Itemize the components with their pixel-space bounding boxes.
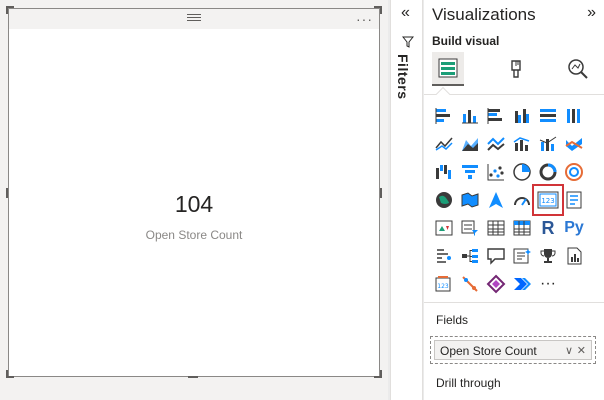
drag-grip-icon[interactable]	[187, 14, 201, 24]
metrics-icon[interactable]: 123	[432, 272, 456, 296]
azure-map-icon[interactable]	[484, 188, 508, 212]
resize-handle-bottom[interactable]	[188, 376, 198, 378]
stacked-area-chart-icon[interactable]	[484, 132, 508, 156]
analytics-icon	[568, 59, 588, 79]
line-chart-icon[interactable]	[432, 132, 456, 156]
active-tab-caret	[435, 86, 451, 102]
r-script-visual-icon[interactable]: R	[536, 216, 560, 240]
drill-through-label: Drill through	[436, 376, 501, 390]
slicer-icon[interactable]	[458, 216, 482, 240]
qa-visual-icon[interactable]	[484, 244, 508, 268]
svg-text:123: 123	[541, 197, 554, 205]
decomposition-tree-icon[interactable]	[458, 244, 482, 268]
more-visuals-icon[interactable]: ···	[536, 272, 560, 296]
python-visual-icon[interactable]: Py	[562, 216, 586, 240]
format-visual-tab[interactable]	[500, 52, 532, 86]
report-canvas[interactable]: ··· 104 Open Store Count	[0, 0, 388, 400]
area-chart-icon[interactable]	[458, 132, 482, 156]
ribbon-chart-icon[interactable]	[562, 132, 586, 156]
smart-narrative-icon[interactable]	[510, 244, 534, 268]
clustered-column-chart-icon[interactable]	[510, 104, 534, 128]
matrix-icon[interactable]	[510, 216, 534, 240]
100-stacked-bar-chart-icon[interactable]	[536, 104, 560, 128]
resize-handle-left[interactable]	[6, 188, 8, 198]
field-name: Open Store Count	[440, 344, 537, 358]
key-influencers-icon[interactable]	[432, 244, 456, 268]
power-automate-icon[interactable]	[510, 272, 534, 296]
pane-mode-tabs	[430, 52, 600, 88]
card-label: Open Store Count	[145, 228, 243, 242]
filters-label[interactable]: Filters	[395, 54, 411, 100]
pane-title: Visualizations	[432, 5, 536, 24]
stacked-bar-chart-icon[interactable]	[432, 104, 456, 128]
field-chip[interactable]: Open Store Count ∨ ✕	[434, 340, 592, 360]
pie-chart-icon[interactable]	[510, 160, 534, 184]
scatter-chart-icon[interactable]	[484, 160, 508, 184]
map-icon[interactable]	[432, 188, 456, 212]
build-visual-label: Build visual	[432, 34, 500, 48]
pane-divider	[424, 94, 604, 95]
filter-icon	[402, 36, 414, 48]
goals-trophy-icon[interactable]	[536, 244, 560, 268]
line-and-column-chart-icon[interactable]	[510, 132, 534, 156]
resize-handle-top-left-v[interactable]	[6, 6, 8, 14]
card-value: 104	[174, 191, 214, 217]
resize-handle-bottom-left-v[interactable]	[6, 370, 8, 378]
expand-filters-icon[interactable]: «	[401, 4, 410, 22]
100-stacked-column-chart-icon[interactable]	[562, 104, 586, 128]
donut-chart-icon[interactable]	[536, 160, 560, 184]
card-visual-icon[interactable]: 123	[532, 184, 564, 216]
waterfall-chart-icon[interactable]	[432, 160, 456, 184]
remove-field-icon[interactable]: ✕	[577, 344, 586, 357]
svg-text:123: 123	[437, 283, 449, 290]
clustered-bar-chart-icon[interactable]	[484, 104, 508, 128]
filters-pane-collapsed[interactable]: « Filters	[390, 0, 423, 400]
power-apps-icon[interactable]	[484, 272, 508, 296]
shape-map-icon[interactable]	[458, 272, 482, 296]
collapse-pane-icon[interactable]: »	[587, 4, 596, 22]
funnel-chart-icon[interactable]	[458, 160, 482, 184]
resize-handle-right[interactable]	[380, 188, 382, 198]
chevron-down-icon[interactable]: ∨	[565, 344, 573, 357]
fields-well[interactable]: Open Store Count ∨ ✕	[430, 336, 596, 364]
build-visual-tab[interactable]	[432, 52, 464, 86]
table-icon[interactable]	[484, 216, 508, 240]
line-and-clustered-column-chart-icon[interactable]	[536, 132, 560, 156]
kpi-icon[interactable]	[432, 216, 456, 240]
more-options-icon[interactable]: ···	[356, 11, 373, 27]
power-bi-report-editor: ··· 104 Open Store Count « Filters Visua…	[0, 0, 604, 400]
gauge-icon[interactable]	[510, 188, 534, 212]
format-brush-icon	[511, 60, 521, 78]
fields-section-label: Fields	[436, 313, 469, 327]
visual-header: ···	[9, 9, 379, 29]
card-visual[interactable]: ··· 104 Open Store Count	[8, 8, 380, 377]
gallery-divider	[424, 302, 604, 303]
multi-row-card-icon[interactable]	[562, 188, 586, 212]
treemap-icon[interactable]	[562, 160, 586, 184]
stacked-column-chart-icon[interactable]	[458, 104, 482, 128]
filled-map-icon[interactable]	[458, 188, 482, 212]
resize-handle-bottom-right-v[interactable]	[380, 370, 382, 378]
paginated-report-icon[interactable]	[562, 244, 586, 268]
build-visual-icon	[438, 58, 458, 78]
analytics-tab[interactable]	[562, 52, 594, 86]
visualizations-pane: Visualizations » Build visual 123 R Py 1…	[424, 0, 604, 400]
resize-handle-top-right-v[interactable]	[380, 6, 382, 14]
